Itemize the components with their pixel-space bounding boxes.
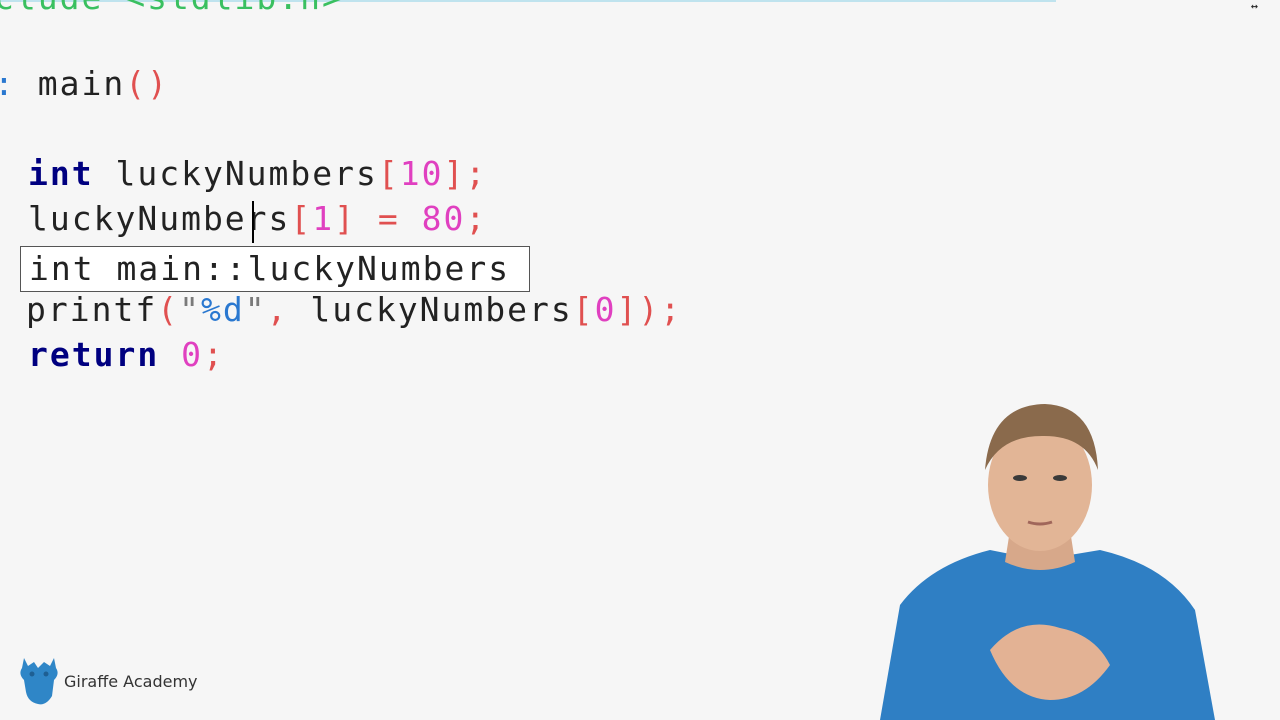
bracket-open: [ [290,199,313,238]
equals-operator: = [356,199,422,238]
presenter-video [880,404,1215,720]
presenter-eye-right [1053,475,1067,481]
identifier: luckyNumbers [93,154,378,193]
symbol-tooltip: int main::luckyNumbers [20,246,530,292]
number-literal: 10 [399,154,444,193]
code-line-printf: printf("%d", luckyNumbers[0]); [26,290,682,329]
format-specifier: %d [200,290,245,329]
giraffe-academy-logo: Giraffe Academy [16,656,198,706]
paren-close: ) [638,290,661,329]
code-line-include: clude <stdlib.h> [0,0,344,17]
code-line-return: return 0; [28,335,225,374]
text-cursor [252,201,254,243]
type-fragment: : [0,64,16,103]
semicolon: ; [465,154,488,193]
identifier: luckyNumbers [288,290,573,329]
string-quote: " [179,290,201,329]
comma: , [266,290,289,329]
bracket-open: [ [572,290,595,329]
semicolon: ; [202,335,225,374]
number-literal: 0 [594,290,617,329]
semicolon: ; [660,290,683,329]
parens: () [125,64,169,103]
code-line-assignment: luckyNumbers[1] = 80; [28,199,487,238]
bracket-close: ] [334,199,357,238]
semicolon: ; [465,199,488,238]
keyword-int: int [28,154,94,193]
bracket-open: [ [377,154,400,193]
function-name: main [15,64,126,103]
code-line-declaration: int luckyNumbers[10]; [28,154,487,193]
paren-open: ( [157,290,180,329]
presenter-eye-left [1013,475,1027,481]
number-literal: 0 [181,335,203,374]
bracket-close: ] [443,154,466,193]
number-literal: 80 [421,199,466,238]
bracket-close: ] [616,290,639,329]
string-quote: " [244,290,267,329]
keyword-return: return [28,335,160,374]
giraffe-icon [20,658,58,705]
code-line-main: : main() [0,64,169,103]
number-literal: 1 [312,199,335,238]
resize-icon[interactable]: ↔ [1251,0,1258,12]
logo-text: Giraffe Academy [64,671,198,691]
function-name: printf [26,290,158,329]
